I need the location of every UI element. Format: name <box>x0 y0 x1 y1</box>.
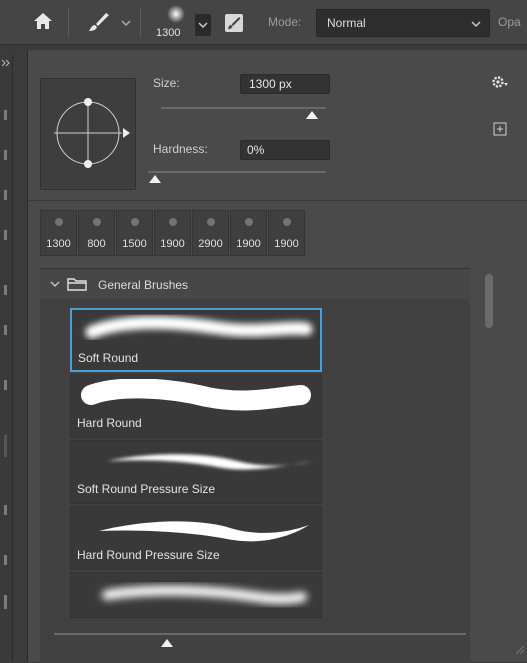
new-preset-icon[interactable] <box>493 122 507 136</box>
brush-preset-soft-round-pressure-size[interactable]: Soft Round Pressure Size <box>70 440 322 504</box>
tool-edge[interactable] <box>4 190 7 200</box>
hardness-slider-track[interactable] <box>148 171 326 173</box>
brush-preset-picker[interactable]: 1300 <box>152 2 198 42</box>
size-slider-track[interactable] <box>161 107 326 109</box>
brush-tip-icon <box>283 218 291 226</box>
brush-preset-list: General Brushes Soft Round Hard Round So… <box>40 268 470 663</box>
tool-edge[interactable] <box>4 595 7 609</box>
mode-value: Normal <box>327 16 366 30</box>
brush-preset[interactable] <box>70 572 322 618</box>
brush-group-name: General Brushes <box>98 278 189 292</box>
recent-brush[interactable]: 800 <box>78 210 115 256</box>
recent-brush-size: 1500 <box>122 238 147 250</box>
mode-select[interactable]: Normal <box>316 9 490 37</box>
brush-group-general[interactable]: General Brushes <box>40 269 470 299</box>
size-label: Size: <box>153 76 180 90</box>
chevron-down-icon <box>198 22 208 29</box>
chevron-down-icon[interactable] <box>50 280 60 288</box>
soft-round-stroke-preview <box>85 316 313 339</box>
tools-panel-edge <box>0 55 13 662</box>
mode-label: Mode: <box>268 15 302 29</box>
preset-dropdown-button[interactable] <box>195 14 211 36</box>
size-input[interactable]: 1300 px <box>240 74 330 94</box>
recent-brush-size: 800 <box>87 238 106 250</box>
brush-preset-soft-round[interactable]: Soft Round <box>70 308 322 372</box>
brush-list-scrollbar[interactable] <box>484 272 494 660</box>
tool-edge[interactable] <box>4 150 7 160</box>
brush-preset-name: Hard Round <box>77 416 142 430</box>
scrollbar-thumb[interactable] <box>485 274 493 328</box>
recent-brush[interactable]: 1900 <box>154 210 191 256</box>
brush-preset-hard-round[interactable]: Hard Round <box>70 374 322 438</box>
recent-brush-size: 1900 <box>160 238 185 250</box>
recent-brush-size: 1900 <box>236 238 261 250</box>
chevron-down-icon[interactable] <box>121 18 131 28</box>
brush-tip-icon <box>245 218 253 226</box>
divider <box>140 7 141 37</box>
hardness-input[interactable]: 0% <box>240 140 330 160</box>
brush-preset-name: Soft Round <box>78 351 139 365</box>
brush-tip-icon <box>55 218 63 226</box>
preview-size-slider-thumb[interactable] <box>160 638 174 648</box>
recent-brush-size: 1300 <box>46 238 71 250</box>
brush-tip-diagram <box>54 98 130 168</box>
tool-edge[interactable] <box>4 285 7 295</box>
recent-brush[interactable]: 2900 <box>192 210 229 256</box>
soft-pressure-stroke-preview <box>107 454 313 470</box>
hard-round-stroke-preview <box>81 379 311 411</box>
brush-preset-hard-round-pressure-size[interactable]: Hard Round Pressure Size <box>70 506 322 570</box>
brush-tip-icon <box>169 218 177 226</box>
tool-edge[interactable] <box>4 380 7 390</box>
hardness-value: 0% <box>247 143 265 157</box>
recent-brush[interactable]: 1900 <box>268 210 305 256</box>
divider <box>68 7 69 37</box>
brush-preset-name: Soft Round Pressure Size <box>77 482 216 496</box>
brush-tool-icon[interactable] <box>86 10 112 34</box>
brush-angle-roundness-preview[interactable] <box>40 78 136 190</box>
tool-edge[interactable] <box>4 230 7 240</box>
opacity-label: Opa <box>498 15 521 29</box>
recent-brush[interactable]: 1300 <box>40 210 77 256</box>
resize-grip-icon[interactable] <box>512 642 526 656</box>
brush-panel-icon[interactable] <box>223 12 245 34</box>
tool-edge[interactable] <box>4 505 7 515</box>
gear-icon[interactable] <box>491 74 509 90</box>
brush-preset-name: Hard Round Pressure Size <box>77 548 220 562</box>
hard-pressure-stroke-preview <box>99 521 309 542</box>
tool-edge[interactable] <box>4 325 7 335</box>
chevron-down-icon <box>471 21 481 28</box>
size-value: 1300 px <box>249 77 292 91</box>
tool-edge[interactable] <box>4 435 7 457</box>
folder-icon <box>67 278 87 291</box>
soft-brush-preview-icon <box>167 5 185 23</box>
home-icon[interactable] <box>32 10 54 32</box>
brush-tip-icon <box>93 218 101 226</box>
preview-size-slider-track[interactable] <box>54 633 466 635</box>
brush-tip-icon <box>131 218 139 226</box>
preset-size-label: 1300 <box>156 27 181 39</box>
recent-brush-size: 2900 <box>198 238 223 250</box>
recent-brush-size: 1900 <box>274 238 299 250</box>
divider <box>28 200 527 201</box>
brush-tip-icon <box>207 218 215 226</box>
hardness-slider-thumb[interactable] <box>148 174 162 184</box>
recent-brush[interactable]: 1500 <box>116 210 153 256</box>
recent-brushes: 1300 800 1500 1900 2900 1900 1900 <box>40 210 340 256</box>
brush-preset-panel: Size: 1300 px Hardness: 0% 1300 800 1500… <box>27 50 527 663</box>
tool-edge[interactable] <box>4 555 7 565</box>
size-slider-thumb[interactable] <box>305 110 319 120</box>
options-bar: 1300 Mode: Normal Opa <box>0 0 527 45</box>
tool-edge[interactable] <box>4 110 7 120</box>
hardness-label: Hardness: <box>153 142 208 156</box>
soft-airbrush-stroke-preview <box>102 585 307 604</box>
expand-icon[interactable] <box>1 59 11 67</box>
recent-brush[interactable]: 1900 <box>230 210 267 256</box>
